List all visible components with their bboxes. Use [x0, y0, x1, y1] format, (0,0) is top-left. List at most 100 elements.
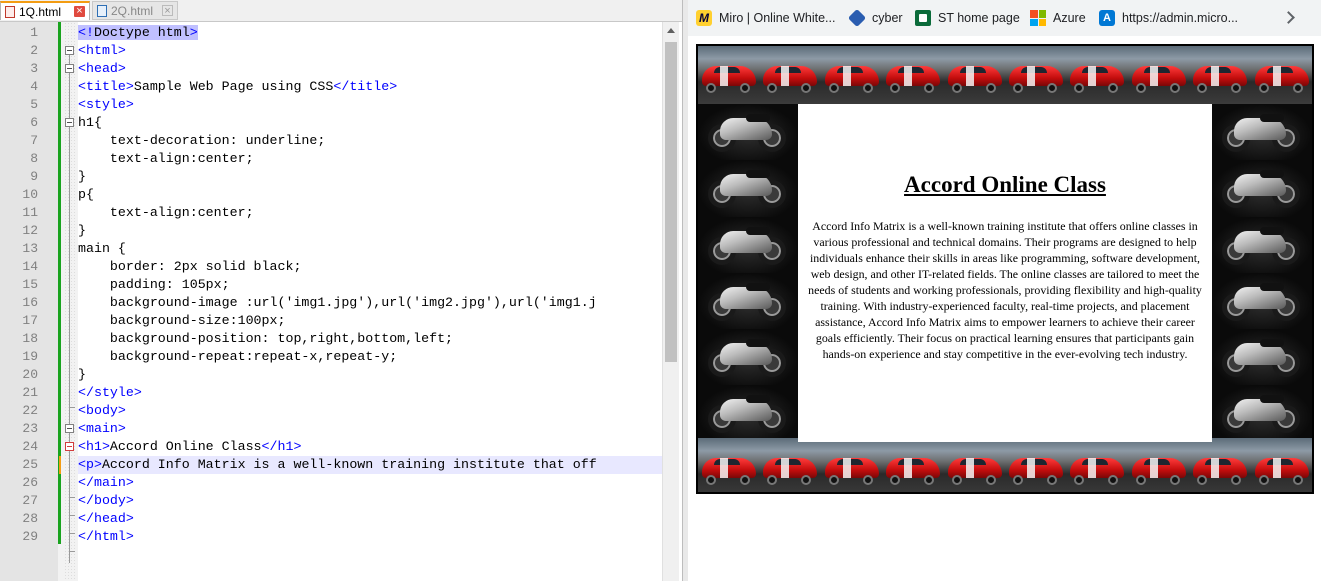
scroll-up-icon[interactable]: [667, 28, 675, 33]
line-number: 22: [22, 403, 38, 418]
bookmark-label: Azure: [1053, 11, 1086, 25]
line-number: 21: [22, 385, 38, 400]
car-image: [1127, 46, 1190, 104]
car-image: [698, 438, 760, 492]
car-image-row-bottom: [698, 438, 1312, 492]
car-image: [1127, 438, 1190, 492]
line-number: 5: [30, 97, 38, 112]
fold-collapse-icon[interactable]: [65, 442, 74, 451]
car-image: [1250, 438, 1312, 492]
car-image: [759, 46, 821, 104]
code-line: h1{: [78, 115, 102, 130]
page-viewport[interactable]: Accord Online Class Accord Info Matrix i…: [688, 36, 1321, 581]
fold-end-marker: [69, 515, 75, 516]
chevron-right-icon[interactable]: [1282, 10, 1296, 24]
fold-collapse-icon[interactable]: [65, 118, 74, 127]
cyber-icon: [847, 8, 867, 28]
line-number: 11: [22, 205, 38, 220]
file-saved-icon: [97, 4, 107, 17]
line-number: 25: [22, 457, 38, 472]
bookmark-azure[interactable]: Azure: [1030, 9, 1086, 27]
car-image: [1066, 438, 1128, 492]
line-number: 19: [22, 349, 38, 364]
fold-collapse-icon[interactable]: [65, 46, 74, 55]
fold-line: [69, 73, 70, 118]
code-line: <!Doctype html>: [78, 25, 198, 40]
admin-icon: [1099, 10, 1115, 26]
car-image: [820, 46, 883, 104]
close-icon[interactable]: ×: [162, 5, 173, 17]
fold-collapse-icon[interactable]: [65, 424, 74, 433]
line-number: 3: [30, 61, 38, 76]
car-image: [820, 438, 883, 492]
fold-end-marker: [69, 551, 75, 552]
code-editor[interactable]: 1Q.html × 2Q.html × 1 2 3 4 5 6 7 8 9 10…: [0, 0, 684, 581]
fold-line: [69, 451, 70, 563]
bike-image: [698, 104, 798, 161]
line-number: 9: [30, 169, 38, 184]
tab-1q-html[interactable]: 1Q.html ×: [0, 1, 90, 20]
line-number: 7: [30, 133, 38, 148]
line-number: 2: [30, 43, 38, 58]
bike-image: [1212, 104, 1312, 161]
code-line: }: [78, 367, 86, 382]
tab-label: 1Q.html: [19, 4, 62, 19]
code-line: <html>: [78, 43, 126, 58]
line-number: 12: [22, 223, 38, 238]
page-heading: Accord Online Class: [904, 172, 1106, 197]
line-number: 13: [22, 241, 38, 256]
current-line-marker: [59, 456, 61, 474]
line-number: 1: [30, 25, 38, 40]
car-image: [882, 438, 944, 492]
bookmark-admin-microsoft[interactable]: https://admin.micro...: [1099, 9, 1238, 27]
vertical-scrollbar[interactable]: [662, 22, 679, 581]
car-image: [1189, 46, 1251, 104]
page-content: Accord Online Class Accord Info Matrix i…: [798, 104, 1212, 442]
car-image: [1004, 46, 1067, 104]
st-icon: [915, 10, 931, 26]
code-line: background-position: top,right,bottom,le…: [78, 331, 454, 346]
bookmark-cyber[interactable]: cyber: [847, 8, 903, 28]
fold-line: [69, 127, 70, 407]
bookmark-label: Miro | Online White...: [719, 11, 836, 25]
file-modified-icon: [5, 5, 15, 18]
bike-image: [1212, 160, 1312, 217]
tab-2q-html[interactable]: 2Q.html ×: [92, 1, 178, 20]
line-number: 28: [22, 511, 38, 526]
code-line: p{: [78, 187, 94, 202]
line-number: 4: [30, 79, 38, 94]
tab-label: 2Q.html: [111, 3, 154, 18]
bike-image: [1212, 385, 1312, 442]
bookmark-label: cyber: [872, 11, 903, 25]
browser-window: Miro | Online White... cyber ST home pag…: [688, 0, 1321, 581]
line-number: 27: [22, 493, 38, 508]
bookmark-st-home-page[interactable]: ST home page: [915, 9, 1020, 27]
car-image: [1066, 46, 1128, 104]
code-line: main {: [78, 241, 126, 256]
line-number: 24: [22, 439, 38, 454]
bookmarks-bar: Miro | Online White... cyber ST home pag…: [688, 0, 1321, 36]
bike-image: [1212, 329, 1312, 386]
code-line: }: [78, 223, 86, 238]
bookmark-miro[interactable]: Miro | Online White...: [696, 9, 835, 27]
fold-collapse-icon[interactable]: [65, 64, 74, 73]
bike-image: [698, 216, 798, 273]
line-number: 16: [22, 295, 38, 310]
code-area[interactable]: 1 2 3 4 5 6 7 8 9 10 11 12 13 14 15 16 1…: [0, 22, 684, 581]
miro-icon: [696, 10, 712, 26]
bike-image: [698, 160, 798, 217]
bike-image: [1212, 216, 1312, 273]
scrollbar-thumb[interactable]: [665, 42, 677, 362]
code-line-current: <p>Accord Info Matrix is a well-known tr…: [78, 456, 662, 474]
car-image-row-top: [698, 46, 1312, 104]
main-element: Accord Online Class Accord Info Matrix i…: [696, 44, 1314, 494]
code-lines[interactable]: <!Doctype html> <html> <head> <title>Sam…: [78, 22, 662, 581]
bike-image: [1212, 272, 1312, 330]
code-line: background-repeat:repeat-x,repeat-y;: [78, 349, 398, 364]
close-icon[interactable]: ×: [74, 6, 85, 17]
code-line: background-size:100px;: [78, 313, 286, 328]
line-number: 6: [30, 115, 38, 130]
car-image: [882, 46, 944, 104]
fold-end-marker: [69, 497, 75, 498]
bike-image: [698, 272, 798, 330]
